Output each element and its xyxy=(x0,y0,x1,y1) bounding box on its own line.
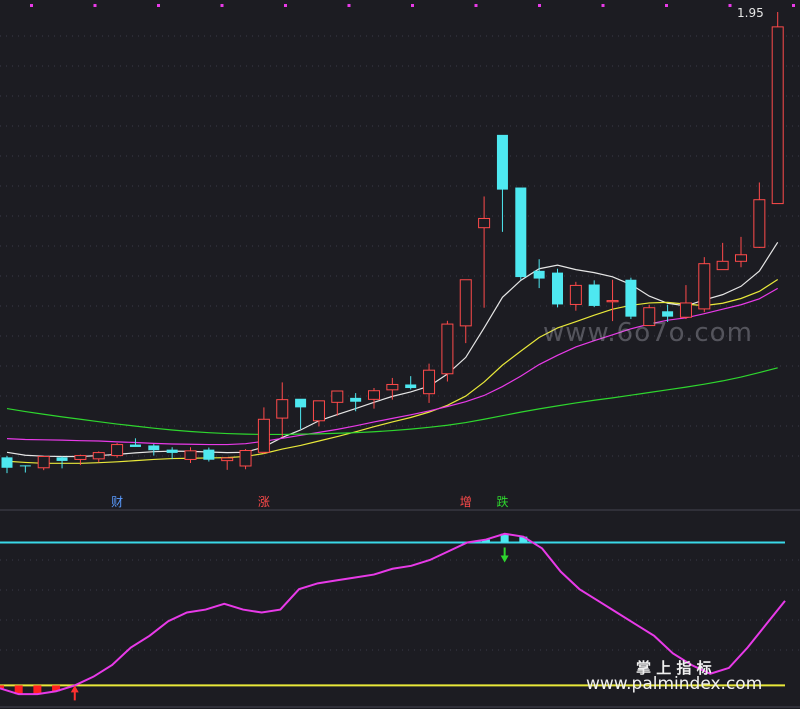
moving-average-line xyxy=(6,367,778,436)
signal-marker: 增 xyxy=(460,495,472,509)
buy-arrow xyxy=(70,685,79,701)
candle-body xyxy=(1,457,13,468)
top-tick xyxy=(538,4,541,7)
candle-body xyxy=(221,457,234,462)
candle-body xyxy=(239,450,252,467)
signal-marker: 财 xyxy=(111,495,123,509)
candle-body xyxy=(698,263,711,310)
signal-marker: 涨 xyxy=(258,494,270,509)
candle-body xyxy=(312,400,325,422)
signal-marker: 跌 xyxy=(496,494,508,509)
candle-body xyxy=(552,272,563,305)
candle-body xyxy=(588,284,600,306)
top-tick xyxy=(411,4,414,7)
moving-average-line xyxy=(6,278,779,464)
candle-body xyxy=(331,390,344,403)
candle-body xyxy=(386,383,399,391)
candle-body xyxy=(148,445,160,451)
candle-body xyxy=(569,284,582,305)
top-tick xyxy=(347,4,351,7)
top-tick xyxy=(474,4,478,7)
candle-body xyxy=(56,457,68,461)
candle-body xyxy=(716,260,729,271)
moving-average-line xyxy=(6,287,778,446)
candle-body xyxy=(423,369,436,395)
top-tick xyxy=(665,4,668,7)
candle-body xyxy=(441,323,454,375)
candle-body xyxy=(405,384,417,389)
candle-body xyxy=(735,254,747,262)
top-tick xyxy=(601,4,605,7)
candle-body xyxy=(184,450,197,460)
candle-body xyxy=(295,398,307,408)
candle-body xyxy=(662,311,674,317)
top-tick xyxy=(30,4,33,7)
watermark-site-bottom: www.palmindex.com xyxy=(586,674,763,694)
candle-body xyxy=(533,270,545,279)
candle-body xyxy=(350,397,362,402)
candle-body xyxy=(368,390,380,400)
top-tick xyxy=(284,4,287,7)
candle-body xyxy=(478,217,491,229)
top-tick xyxy=(220,4,224,7)
candle-body xyxy=(166,449,178,453)
top-tick xyxy=(93,4,97,7)
candle-body xyxy=(129,444,141,447)
candle-body xyxy=(606,300,619,303)
candle-body xyxy=(37,455,50,469)
candle-body xyxy=(625,279,637,317)
candle-body xyxy=(496,134,508,190)
candle-body xyxy=(771,26,784,205)
candle-body xyxy=(257,418,270,453)
watermark-site-top: www.6o7o.com xyxy=(543,318,753,348)
top-tick xyxy=(792,4,795,7)
candle-body xyxy=(203,449,215,460)
chart-stage: 财涨增跌 1.95 www.6o7o.com 掌 上 指 标 www.palmi… xyxy=(0,0,800,709)
candle-body xyxy=(74,455,87,460)
candle-body xyxy=(515,187,527,278)
sell-arrow xyxy=(500,547,509,563)
candle-body xyxy=(679,302,692,318)
price-label: 1.95 xyxy=(737,6,764,20)
candle-body xyxy=(276,399,289,419)
candle-body xyxy=(753,199,766,248)
candle-body xyxy=(111,444,124,457)
candle-body xyxy=(459,279,472,327)
stock-chart: 财涨增跌 xyxy=(0,4,800,708)
candle-body xyxy=(19,465,31,467)
top-tick xyxy=(157,4,160,7)
top-tick xyxy=(728,4,732,7)
candle-body xyxy=(92,452,105,460)
